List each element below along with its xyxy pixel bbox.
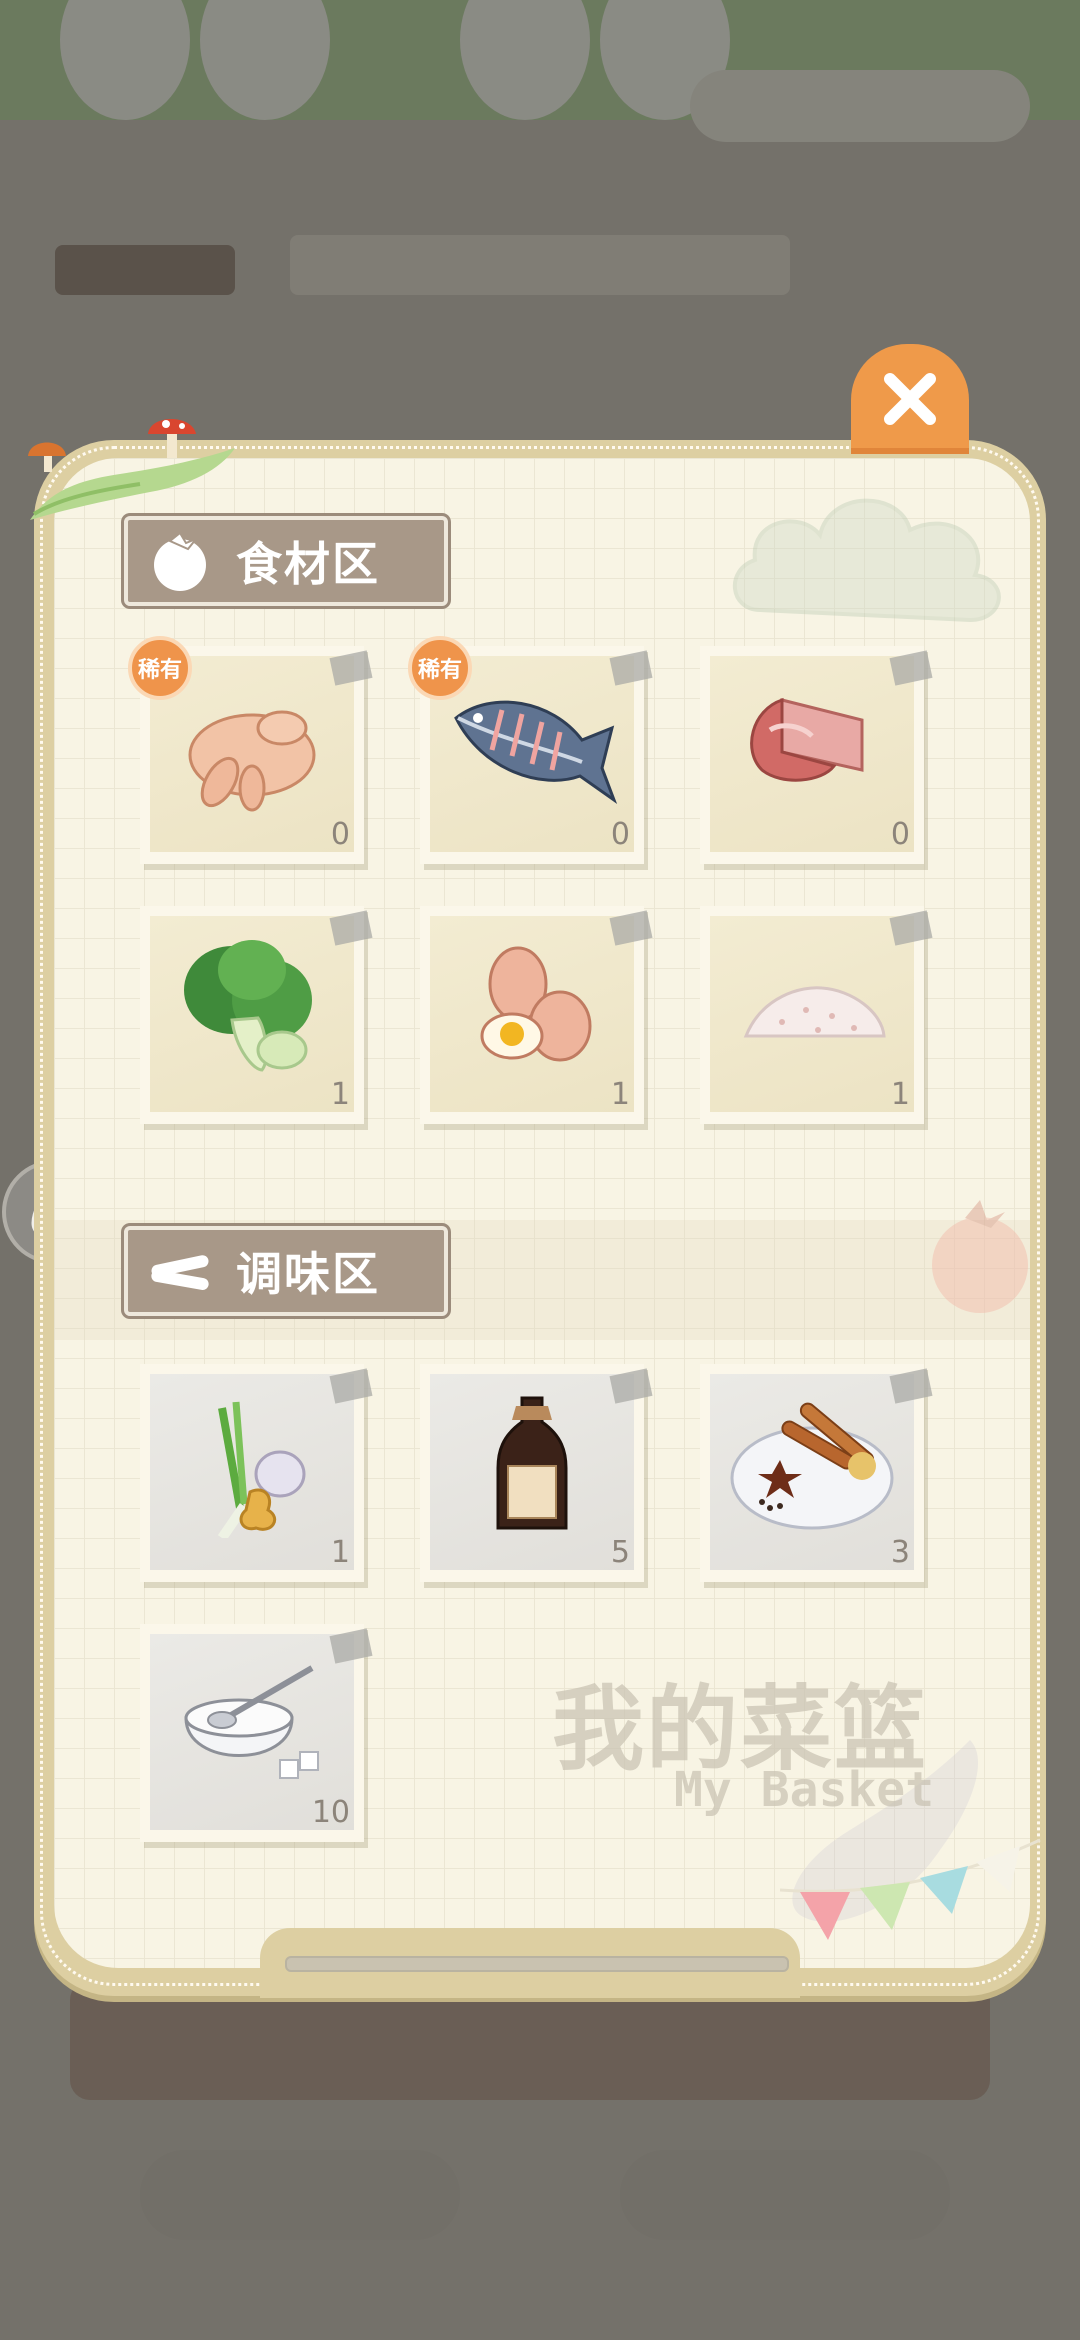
item-count: 0 [890,817,910,852]
background-button [620,2150,950,2240]
eggs-icon [480,946,592,1062]
soy-sauce-icon [496,1396,568,1530]
close-button[interactable] [851,344,969,454]
rare-badge: 稀有 [128,636,192,700]
item-count: 0 [330,817,350,852]
spices-icon [730,1402,894,1530]
background-label [55,245,235,295]
item-count: 0 [610,817,630,852]
scallion-ginger-garlic-icon [217,1401,306,1538]
item-count: 5 [610,1535,630,1570]
bok-choy-icon [184,940,312,1072]
bunting-decoration-icon [780,1838,1041,1940]
seasoning-card-spices[interactable]: 3 [700,1364,933,1582]
fish-icon [454,700,618,805]
cinnamon-stick-icon [140,1231,220,1311]
ingredients-header-label: 食材区 [236,537,380,591]
rare-badge: 稀有 [408,636,472,700]
seasoning-card-soy-sauce[interactable]: 5 [420,1364,653,1582]
tomato-decoration-icon [932,1200,1028,1313]
seasoning-card-aromatics[interactable]: 1 [140,1364,373,1582]
item-count: 1 [330,1535,350,1570]
basket-watermark-en: My Basket [674,1762,935,1818]
item-count: 1 [610,1077,630,1112]
mushroom-grass-decoration-icon [28,419,235,520]
meat-icon [750,697,864,782]
close-icon [884,373,936,425]
ingredient-card-salt[interactable]: 1 [700,906,933,1124]
background-heading [290,235,790,295]
cloud-icon [732,498,1001,623]
background-pill [690,70,1030,142]
seasonings-header-label: 调味区 [236,1247,380,1301]
chicken-icon [188,710,316,812]
sugar-bowl-icon [184,1665,319,1779]
seasonings-section-header: 调味区 [124,1226,448,1316]
ingredient-card-meat[interactable]: 0 [700,646,933,864]
ingredient-card-bok-choy[interactable]: 1 [140,906,373,1124]
item-count: 1 [330,1077,350,1112]
ingredients-section-header: 食材区 [124,516,448,606]
tomato-icon [140,521,220,601]
background-button [140,2150,460,2240]
seasoning-card-sugar[interactable]: 10 [140,1624,373,1842]
item-count: 1 [890,1077,910,1112]
item-count: 10 [311,1795,350,1830]
item-count: 3 [890,1535,910,1570]
scroll-handle-bar[interactable] [285,1956,789,1972]
ingredient-card-eggs[interactable]: 1 [420,906,653,1124]
salt-icon [743,986,886,1038]
